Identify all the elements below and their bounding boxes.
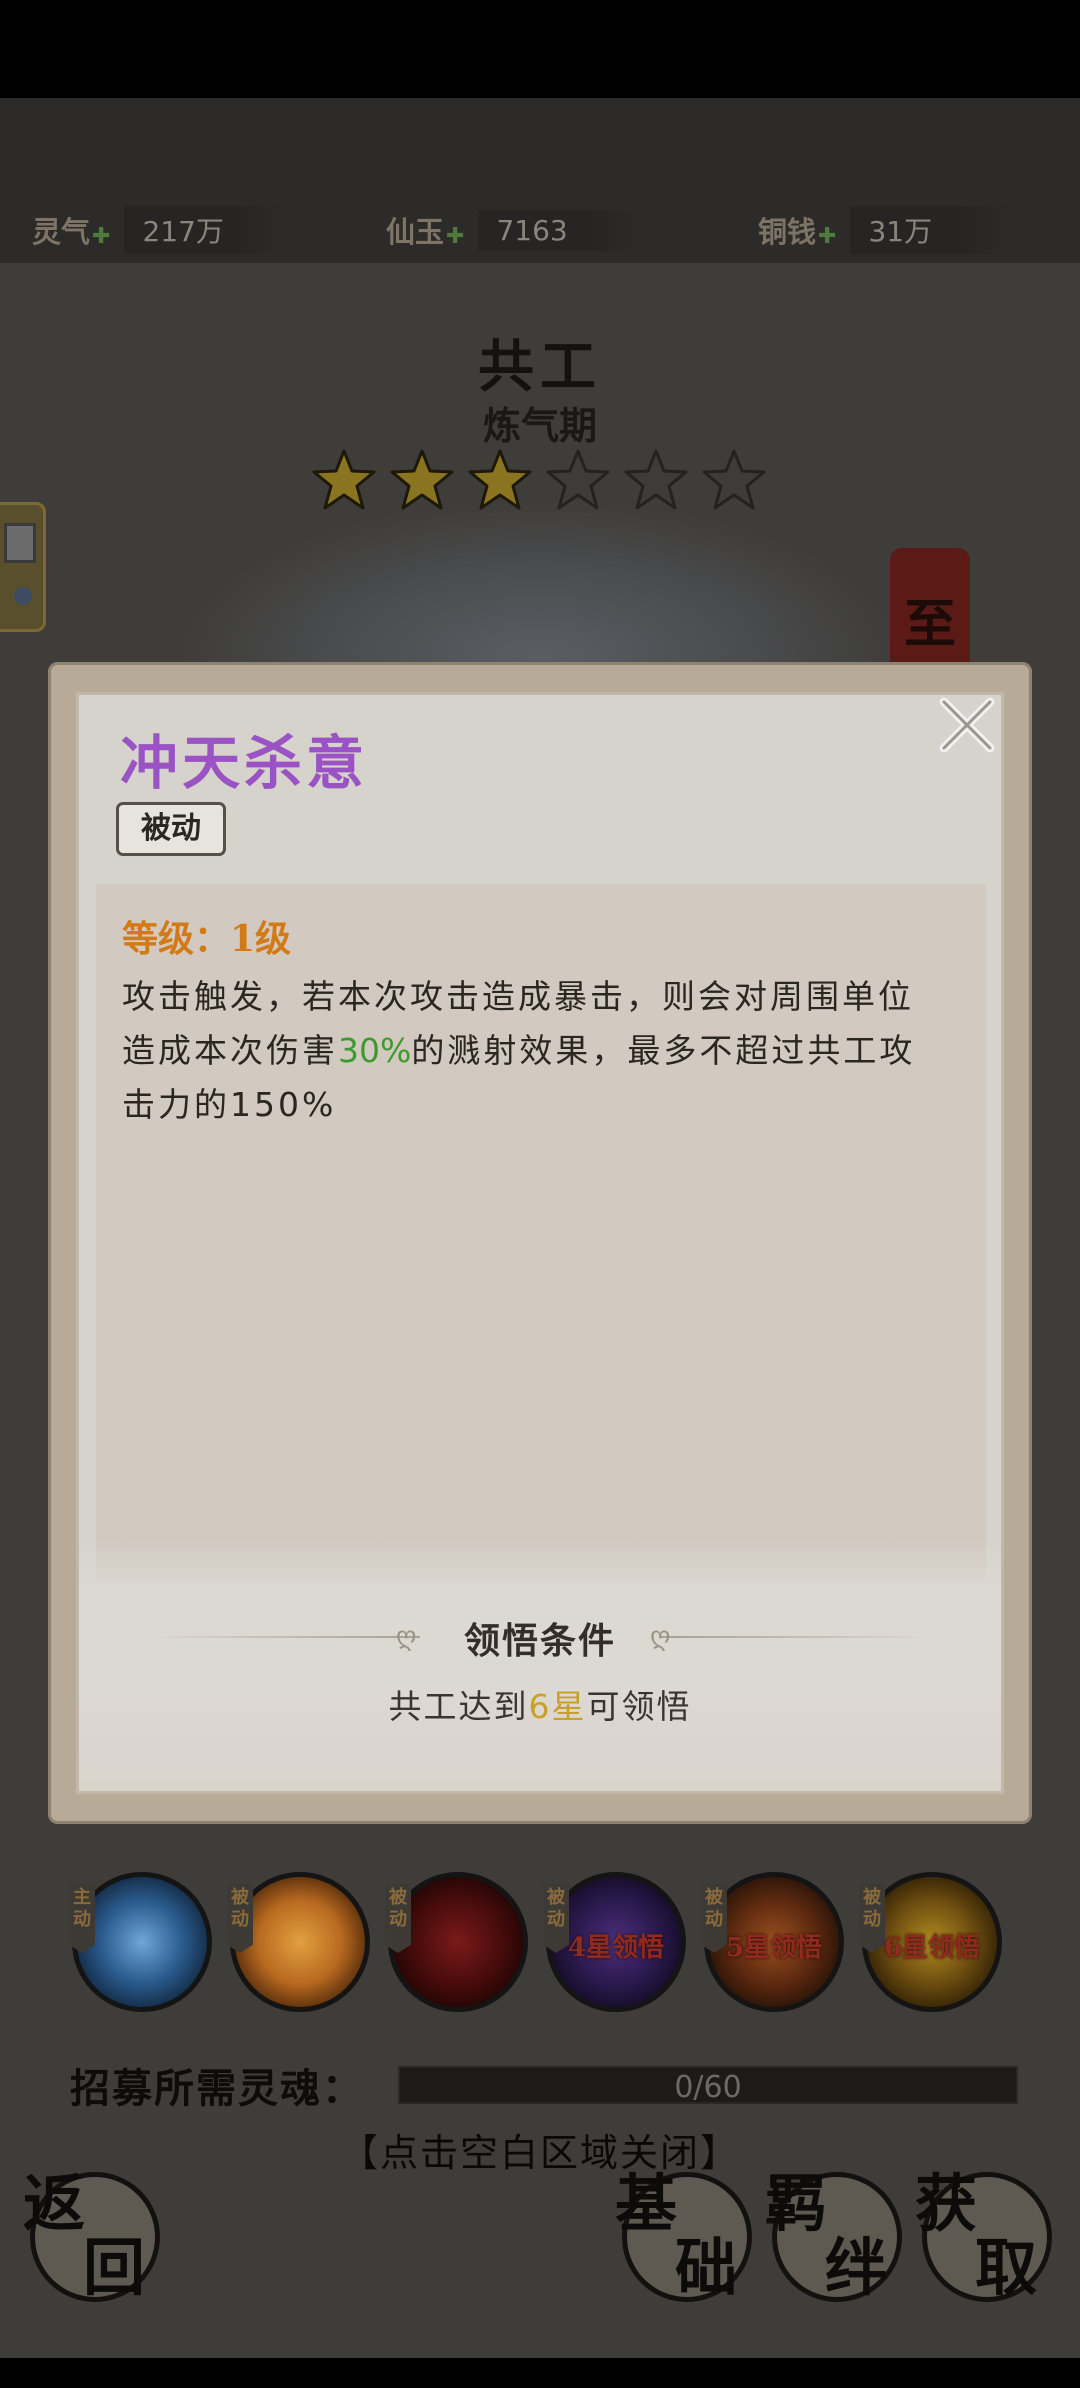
condition-title: 领悟条件 bbox=[463, 1620, 616, 1662]
desc-highlight: 30% bbox=[338, 1031, 412, 1070]
skill-icon-active[interactable]: 主动 bbox=[69, 1872, 212, 2012]
hero-name: 共工 bbox=[478, 334, 602, 400]
resource-label: 灵气 bbox=[32, 215, 91, 249]
recruit-label: 招募所需灵魂： bbox=[70, 2065, 364, 2112]
skill-icon-passive-3[interactable]: 被动 4星领悟 bbox=[543, 1872, 686, 2012]
seal-char: 至 bbox=[903, 594, 956, 655]
star-empty-icon bbox=[624, 448, 688, 512]
resource-value: 217万 bbox=[124, 206, 285, 254]
resource-label: 铜钱 bbox=[758, 215, 817, 249]
condition-post: 可领悟 bbox=[586, 1687, 692, 1726]
hero-rank: 炼气期 bbox=[482, 403, 597, 448]
recruit-progress-text: 0/60 bbox=[674, 2070, 742, 2105]
bond-button[interactable]: 羁 绊 bbox=[765, 2167, 902, 2304]
star-filled-icon bbox=[390, 448, 454, 512]
back-button[interactable]: 返 回 bbox=[23, 2167, 160, 2304]
device-dot bbox=[14, 587, 32, 605]
skill-lock-text: 6星领悟 bbox=[883, 1933, 981, 1963]
basic-char-2: 础 bbox=[675, 2231, 738, 2304]
resource-tongqian[interactable]: 铜钱 ✚ 31万 bbox=[758, 205, 1011, 255]
skill-lock-text: 4星领悟 bbox=[567, 1933, 665, 1963]
basic-button[interactable]: 基 础 bbox=[615, 2167, 752, 2304]
skill-tag: 主动 bbox=[69, 1883, 95, 1953]
plus-icon[interactable]: ✚ bbox=[446, 224, 464, 249]
bond-char-2: 绊 bbox=[825, 2231, 888, 2304]
bond-char-1: 羁 bbox=[765, 2167, 828, 2240]
back-char-2: 回 bbox=[83, 2231, 146, 2304]
obtain-char-1: 获 bbox=[915, 2167, 978, 2240]
seal-badge: 至 bbox=[890, 548, 970, 678]
status-bar bbox=[0, 0, 1080, 98]
obtain-char-2: 取 bbox=[975, 2231, 1038, 2304]
recruit-progress-bar: 0/60 bbox=[398, 2066, 1018, 2105]
side-device-tab[interactable] bbox=[0, 502, 46, 632]
star-filled-icon bbox=[312, 448, 376, 512]
resource-value: 31万 bbox=[850, 206, 1011, 254]
star-empty-icon bbox=[702, 448, 766, 512]
skill-icon-passive-4[interactable]: 被动 5星领悟 bbox=[701, 1872, 844, 2012]
condition-pre: 共工达到 bbox=[388, 1687, 529, 1726]
condition-text: 共工达到6星可领悟 bbox=[0, 1680, 1080, 1728]
skill-tag: 被动 bbox=[227, 1883, 253, 1953]
skill-description: 攻击触发，若本次攻击造成暴击，则会对周围单位造成本次伤害30%的溅射效果，最多不… bbox=[122, 970, 942, 1132]
close-icon[interactable] bbox=[934, 692, 1000, 758]
back-char-1: 返 bbox=[23, 2167, 86, 2240]
mist-decoration bbox=[79, 1540, 1001, 1790]
skill-title: 冲天杀意 bbox=[120, 729, 369, 797]
skill-icon-passive-2[interactable]: 被动 bbox=[385, 1872, 528, 2012]
resource-xianyu[interactable]: 仙玉 ✚ 7163 bbox=[386, 205, 639, 255]
device-icon bbox=[4, 523, 36, 563]
plus-icon[interactable]: ✚ bbox=[818, 224, 836, 249]
skill-lock-text: 5星领悟 bbox=[725, 1933, 823, 1963]
skill-icons-row: 主动 被动 被动 被动 4星领悟 被动 5星领悟 被动 6星领悟 bbox=[56, 1872, 1016, 2022]
skill-icon-passive-1[interactable]: 被动 bbox=[227, 1872, 370, 2012]
skill-level: 等级：1级 bbox=[122, 918, 292, 960]
resource-lingqi[interactable]: 灵气 ✚ 217万 bbox=[32, 205, 285, 255]
resource-label: 仙玉 bbox=[386, 215, 445, 249]
resource-value: 7163 bbox=[478, 209, 639, 251]
obtain-button[interactable]: 获 取 bbox=[915, 2167, 1052, 2304]
navigation-bar bbox=[0, 2358, 1080, 2388]
plus-icon[interactable]: ✚ bbox=[92, 224, 110, 249]
skill-icon-passive-5[interactable]: 被动 6星领悟 bbox=[859, 1872, 1002, 2012]
basic-char-1: 基 bbox=[615, 2167, 678, 2240]
skill-tag: 被动 bbox=[385, 1883, 411, 1953]
condition-star: 6星 bbox=[528, 1687, 587, 1726]
skill-type-badge: 被动 bbox=[116, 802, 226, 856]
